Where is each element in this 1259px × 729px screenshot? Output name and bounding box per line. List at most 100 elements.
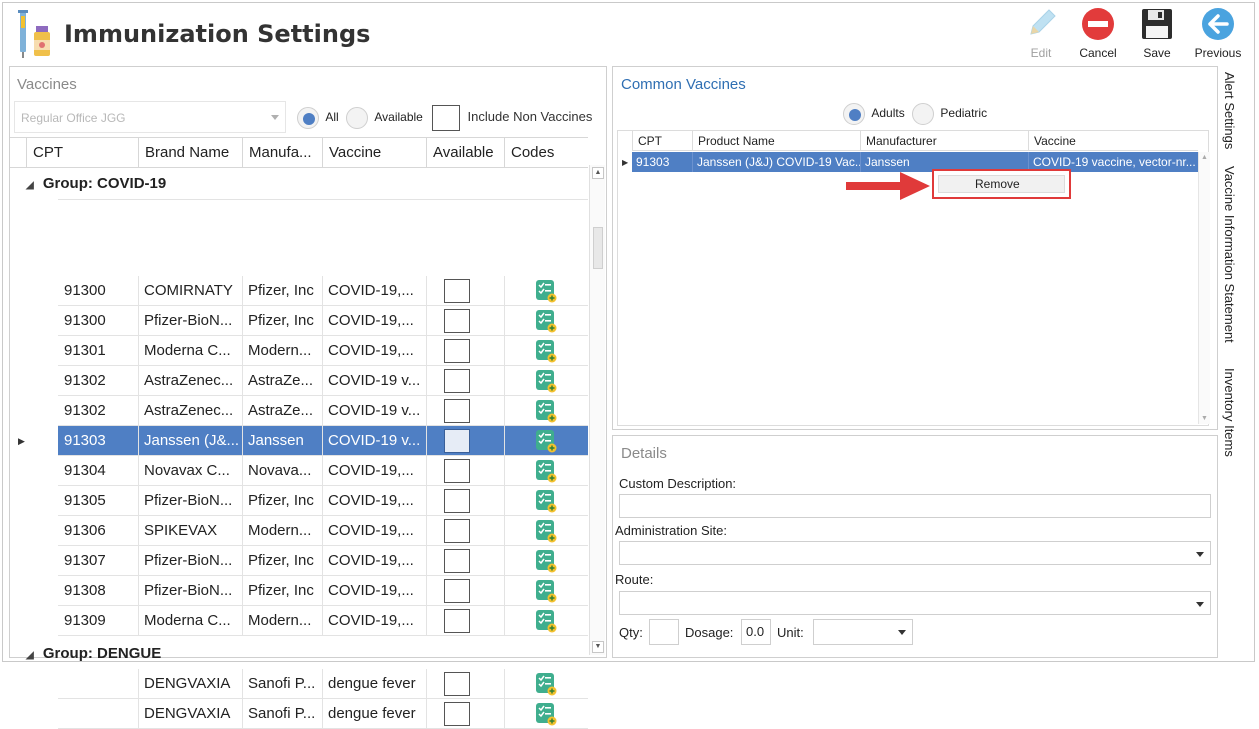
available-checkbox[interactable] (444, 399, 470, 423)
table-row[interactable]: 91307 Pfizer-BioN... Pfizer, Inc COVID-19,.… (58, 546, 588, 576)
cell-cpt: 91307 (64, 552, 106, 569)
adults-radio[interactable] (843, 103, 865, 125)
available-checkbox[interactable] (444, 702, 470, 726)
table-row[interactable]: 91300 COMIRNATY Pfizer, Inc COVID-19,... (58, 276, 588, 306)
custom-description-field[interactable] (619, 494, 1211, 518)
table-row[interactable]: 91300 Pfizer-BioN... Pfizer, Inc COVID-19,.… (58, 306, 588, 336)
scroll-down-icon[interactable]: ▼ (592, 641, 604, 653)
scroll-thumb[interactable] (593, 227, 603, 269)
available-radio[interactable] (346, 107, 369, 129)
codes-checklist-icon[interactable] (535, 672, 557, 696)
dosage-label: Dosage: (685, 625, 734, 640)
available-checkbox[interactable] (444, 519, 470, 543)
codes-checklist-icon[interactable] (535, 429, 557, 453)
codes-checklist-icon[interactable] (535, 579, 557, 603)
table-row[interactable]: DENGVAXIA Sanofi P... dengue fever (58, 669, 588, 699)
available-checkbox[interactable] (444, 579, 470, 603)
vaccines-scrollbar[interactable]: ▲ ▼ (589, 165, 605, 655)
cv-col-vaccine[interactable]: Vaccine (1028, 131, 1198, 151)
cell-manufacturer: Janssen (242, 426, 322, 456)
table-row[interactable]: 91306 SPIKEVAX Modern... COVID-19,... (58, 516, 588, 546)
available-checkbox[interactable] (444, 279, 470, 303)
available-checkbox[interactable] (444, 672, 470, 696)
table-row[interactable]: 91302 AstraZenec... AstraZe... COVID-19 v..… (58, 396, 588, 426)
office-combo[interactable]: Regular Office JGG (14, 101, 286, 133)
available-checkbox[interactable] (444, 429, 470, 453)
available-checkbox[interactable] (444, 339, 470, 363)
save-button[interactable]: Save (1136, 6, 1178, 60)
col-cpt[interactable]: CPT (26, 138, 138, 168)
common-vaccines-title: Common Vaccines (621, 76, 746, 93)
cell-vaccine: dengue fever (322, 669, 426, 699)
cv-col-product-name[interactable]: Product Name (692, 131, 860, 151)
col-brand-name[interactable]: Brand Name (138, 138, 242, 168)
scroll-down-icon[interactable]: ▼ (1201, 415, 1208, 422)
col-manufacturer[interactable]: Manufa... (242, 138, 322, 168)
cell-cpt: 91304 (64, 462, 106, 479)
cv-col-cpt[interactable]: CPT (632, 131, 692, 151)
pencil-icon (1021, 6, 1061, 42)
codes-checklist-icon[interactable] (535, 279, 557, 303)
dosage-field[interactable]: 0.0 (741, 619, 771, 645)
col-vaccine[interactable]: Vaccine (322, 138, 426, 168)
context-menu: Remove (932, 169, 1071, 199)
cell-brand-name: Janssen (J&... (138, 426, 242, 456)
page-title: Immunization Settings (64, 20, 371, 48)
col-available[interactable]: Available (426, 138, 504, 168)
codes-checklist-icon[interactable] (535, 519, 557, 543)
qty-field[interactable] (649, 619, 679, 645)
group-row-covid[interactable]: ◢ Group: COVID-19 (26, 169, 166, 199)
cv-scrollbar[interactable]: ▲ ▼ (1198, 152, 1210, 424)
cv-col-manufacturer[interactable]: Manufacturer (860, 131, 1028, 151)
available-checkbox[interactable] (444, 549, 470, 573)
table-row[interactable]: 91301 Moderna C... Modern... COVID-19,... (58, 336, 588, 366)
cell-available (426, 456, 504, 486)
unit-dropdown[interactable] (813, 619, 913, 645)
available-checkbox[interactable] (444, 309, 470, 333)
cell-available (426, 396, 504, 426)
include-non-vaccines-checkbox[interactable] (432, 105, 461, 131)
pediatric-label: Pediatric (940, 106, 988, 121)
cancel-button[interactable]: Cancel (1076, 6, 1120, 60)
tab-alert-settings[interactable]: Alert Settings (1222, 72, 1237, 149)
tab-inventory-items[interactable]: Inventory Items (1222, 368, 1237, 457)
codes-checklist-icon[interactable] (535, 702, 557, 726)
edit-button[interactable]: Edit (1020, 6, 1062, 60)
previous-button[interactable]: Previous (1192, 6, 1244, 60)
available-checkbox[interactable] (444, 489, 470, 513)
all-radio[interactable] (297, 107, 319, 129)
available-checkbox[interactable] (444, 459, 470, 483)
col-codes[interactable]: Codes (504, 138, 588, 168)
table-row[interactable]: 91305 Pfizer-BioN... Pfizer, Inc COVID-19,.… (58, 486, 588, 516)
tab-vaccine-information-statement[interactable]: Vaccine Information Statement (1222, 166, 1237, 343)
administration-site-dropdown[interactable] (619, 541, 1211, 565)
codes-checklist-icon[interactable] (535, 489, 557, 513)
table-row[interactable]: 91304 Novavax C... Novava... COVID-19,... (58, 456, 588, 486)
available-checkbox[interactable] (444, 369, 470, 393)
table-row[interactable]: DENGVAXIA Sanofi P... dengue fever (58, 699, 588, 729)
cell-manufacturer: Sanofi P... (242, 669, 322, 699)
scroll-up-icon[interactable]: ▲ (1201, 154, 1208, 161)
codes-checklist-icon[interactable] (535, 609, 557, 633)
table-row[interactable]: 91308 Pfizer-BioN... Pfizer, Inc COVID-19,.… (58, 576, 588, 606)
table-row[interactable]: 91309 Moderna C... Modern... COVID-19,... (58, 606, 588, 636)
cell-codes (504, 366, 588, 396)
cell-manufacturer: Modern... (242, 606, 322, 636)
pediatric-radio[interactable] (912, 103, 935, 125)
codes-checklist-icon[interactable] (535, 549, 557, 573)
scroll-up-icon[interactable]: ▲ (592, 167, 604, 179)
details-panel: Details Custom Description: Administrati… (612, 435, 1218, 658)
route-dropdown[interactable] (619, 591, 1211, 615)
include-non-vaccines-label: Include Non Vaccines (467, 109, 593, 125)
chevron-down-icon (1196, 602, 1204, 607)
codes-checklist-icon[interactable] (535, 309, 557, 333)
codes-checklist-icon[interactable] (535, 369, 557, 393)
codes-checklist-icon[interactable] (535, 459, 557, 483)
table-row[interactable]: 91303 Janssen (J&... Janssen COVID-19 v... (58, 426, 588, 456)
remove-menu-item[interactable]: Remove (938, 175, 1065, 193)
table-row[interactable]: 91302 AstraZenec... AstraZe... COVID-19 v..… (58, 366, 588, 396)
available-checkbox[interactable] (444, 609, 470, 633)
codes-checklist-icon[interactable] (535, 399, 557, 423)
cell-vaccine: COVID-19,... (322, 336, 426, 366)
codes-checklist-icon[interactable] (535, 339, 557, 363)
